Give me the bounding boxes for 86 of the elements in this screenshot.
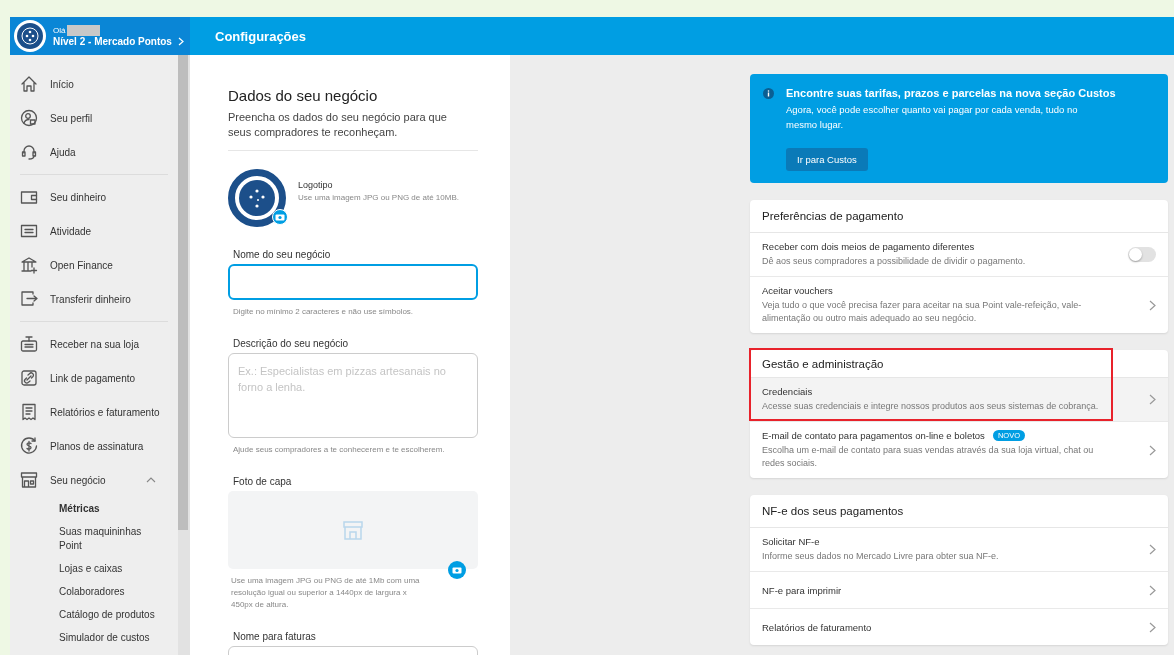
toggle-switch[interactable] (1128, 247, 1156, 262)
sidebar-subitem[interactable]: Lojas e caixas (20, 557, 164, 580)
person-lock-icon (20, 109, 38, 127)
settings-row[interactable]: Relatórios de faturamento (750, 608, 1168, 645)
sidebar-item[interactable]: Seu negócio (20, 463, 170, 497)
chevron-right-icon (1149, 621, 1156, 633)
row-title: E-mail de contato para pagamentos on-line e boletos (762, 430, 985, 441)
field-hint: Use uma imagem JPG ou PNG de até 1Mb com uma resolução igual ou superior a 1440px de largura x 450px de altura. (230, 575, 421, 611)
chevron-right-icon (1149, 544, 1156, 555)
sidebar-item[interactable]: Relatórios e faturamento (20, 395, 170, 429)
sidebar-item[interactable]: Atividade (20, 214, 170, 248)
section-title: Dados do seu negócio (228, 87, 379, 104)
row-title: Aceitar vouchers (762, 285, 833, 296)
list-icon (20, 222, 38, 240)
sidebar-item[interactable]: Seu perfil (20, 101, 170, 135)
transfer-icon (20, 290, 38, 308)
sidebar-item[interactable]: Seu dinheiro (20, 180, 170, 214)
bank-icon (20, 256, 38, 274)
store-icon (20, 471, 38, 489)
row-description: Informe seus dados no Mercado Livre para obter sua NF-e. (762, 550, 1000, 563)
sidebar-subitem[interactable]: Suas maquininhas Point (20, 520, 164, 557)
sidebar-item[interactable]: Link de pagamento (20, 361, 170, 395)
sidebar-item[interactable]: Início (20, 67, 170, 101)
home-icon (20, 75, 38, 93)
row-description: Veja tudo o que você precisa fazer para aceitar na sua Point vale-refeição, vale-alimentação ou outro mais adequado ao seu negócio. (762, 299, 1083, 325)
storefront-icon (342, 519, 364, 541)
row-description: Dê aos seus compradores a possibilidade de dividir o pagamento. (762, 255, 1027, 268)
scrollbar-thumb[interactable] (178, 55, 188, 530)
camera-icon (452, 566, 462, 574)
camera-button[interactable] (448, 561, 466, 579)
row-title: Solicitar NF-e (762, 536, 820, 547)
page-title: Configurações (215, 28, 306, 44)
banner-text: Agora, você pode escolher quanto vai pagar por cada venda, tudo no mesmo lugar. (786, 103, 1079, 132)
field-hint: Ajude seus compradores a te conhecerem e te escolherem. (232, 444, 446, 456)
field-label: Descrição do seu negócio (232, 338, 350, 349)
chevron-right-icon (1149, 299, 1156, 311)
field-label: Foto de capa (232, 476, 293, 487)
sidebar-item[interactable]: Ajuda (20, 135, 170, 169)
sidebar-subitem[interactable]: Métricas (20, 497, 164, 520)
logo-hint: Use uma imagem JPG ou PNG de até 10MB. (298, 193, 459, 202)
club-crest-logo (228, 169, 286, 227)
settings-row[interactable]: Receber com dois meios de pagamento diferentes Dê aos seus compradores a possibilidade de dividir o pagamento. (750, 233, 1168, 276)
row-title: NF-e para imprimir (762, 584, 842, 596)
level-link[interactable]: Nível 2 - Mercado Pontos (53, 36, 184, 47)
camera-button[interactable] (272, 209, 288, 225)
text-input[interactable] (228, 264, 478, 300)
chevron-right-icon (1149, 444, 1156, 456)
row-description: Acesse suas credenciais e integre nossos produtos aos seus sistemas de cobrança. (762, 400, 1100, 413)
field-label: Nome do seu negócio (232, 249, 332, 260)
card-heading: NF-e dos seus pagamentos (750, 495, 1168, 528)
settings-row[interactable]: Credenciais Acesse suas credenciais e integre nossos produtos aos seus sistemas de cobrança. (750, 378, 1168, 421)
info-icon (763, 88, 774, 99)
link-icon (20, 369, 38, 387)
camera-icon (275, 213, 285, 221)
redacted-block (67, 25, 101, 36)
sidebar-item[interactable]: Open Finance (20, 248, 170, 282)
banner-title: Encontre suas tarifas, prazos e parcelas na nova seção Custos (786, 87, 1116, 99)
sidebar-subitem[interactable]: Catálogo de produtos (20, 603, 164, 626)
sidebar-item[interactable]: Planos de assinatura (20, 429, 170, 463)
settings-row[interactable]: Aceitar vouchers Veja tudo o que você precisa fazer para aceitar na sua Point vale-refeição, vale-alimentação ou outro mais adequado ao seu negócio. (750, 276, 1168, 333)
wallet-icon (20, 188, 38, 206)
field-label: Nome para faturas (232, 631, 317, 642)
sidebar-subitem[interactable]: Colaboradores (20, 580, 164, 603)
row-title: Credenciais (762, 386, 813, 397)
row-description: Escolha um e-mail de contato para suas vendas através da sua loja virtual, chat ou redes sociais. (762, 444, 1095, 470)
sidebar-item[interactable]: Receber na sua loja (20, 327, 170, 361)
row-title: Relatórios de faturamento (762, 621, 872, 633)
headset-icon (20, 143, 38, 161)
sidebar-item[interactable]: Transferir dinheiro (20, 282, 170, 316)
settings-row[interactable]: NF-e para imprimir (750, 571, 1168, 608)
section-description: Preencha os dados do seu negócio para que seus compradores te reconheçam. (228, 110, 448, 140)
settings-row[interactable]: Solicitar NF-e Informe seus dados no Mercado Livre para obter sua NF-e. (750, 528, 1168, 571)
chevron-right-icon (1149, 584, 1156, 596)
chevron-right-icon (177, 37, 184, 46)
avatar-badge-icon (13, 19, 47, 53)
cash-register-icon (20, 335, 38, 353)
field-hint: Digite no mínimo 2 caracteres e não use símbolos. (232, 306, 415, 318)
dollar-cycle-icon (20, 437, 38, 455)
chevron-right-icon (1149, 394, 1156, 405)
sidebar-subitem[interactable]: Simulador de custos (20, 626, 164, 649)
costs-button[interactable]: Ir para Custos (786, 148, 868, 171)
greeting-text: Olá (53, 26, 66, 35)
receipt-icon (20, 403, 38, 421)
row-title: Receber com dois meios de pagamento diferentes (762, 241, 975, 252)
card-heading: Preferências de pagamento (750, 200, 1168, 233)
logo-label: Logotipo (298, 180, 334, 190)
